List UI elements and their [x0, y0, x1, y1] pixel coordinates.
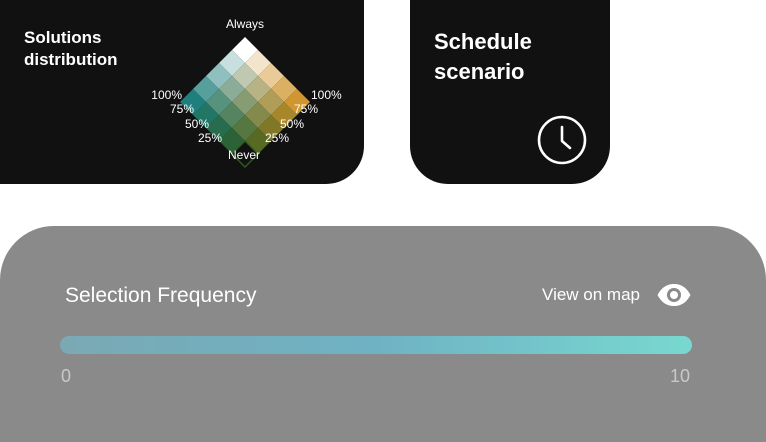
- bivariate-legend: Always Never 100% 75% 50% 25% 100% 75% 5…: [151, 17, 342, 169]
- legend-left-tick-50: 50%: [185, 117, 209, 131]
- frequency-scale-bar: [60, 336, 692, 354]
- selection-frequency-title: Selection Frequency: [65, 284, 257, 307]
- legend-top-label: Always: [226, 17, 264, 31]
- legend-right-tick-100: 100%: [311, 88, 342, 102]
- page: Solutions distribution Always Never 100%…: [0, 0, 766, 442]
- scale-min-label: 0: [61, 366, 72, 386]
- schedule-scenario-title: Schedule scenario: [434, 29, 532, 84]
- legend-bottom-label: Never: [228, 148, 260, 162]
- view-on-map-label: View on map: [542, 285, 640, 304]
- legend-left-tick-25: 25%: [198, 131, 222, 145]
- view-on-map-button[interactable]: View on map: [542, 283, 692, 307]
- legend-right-tick-25: 25%: [265, 131, 289, 145]
- eye-icon[interactable]: [656, 283, 692, 307]
- legend-right-tick-50: 50%: [280, 117, 304, 131]
- clock-icon[interactable]: [536, 114, 588, 166]
- scale-max-label: 10: [670, 366, 691, 386]
- schedule-scenario-card[interactable]: Schedule scenario: [410, 0, 610, 184]
- selection-frequency-panel: Selection Frequency View on map 0 10: [0, 226, 766, 442]
- legend-right-tick-75: 75%: [294, 102, 318, 116]
- legend-left-tick-75: 75%: [170, 102, 194, 116]
- solutions-distribution-card: Solutions distribution Always Never 100%…: [0, 0, 364, 184]
- legend-left-tick-100: 100%: [151, 88, 182, 102]
